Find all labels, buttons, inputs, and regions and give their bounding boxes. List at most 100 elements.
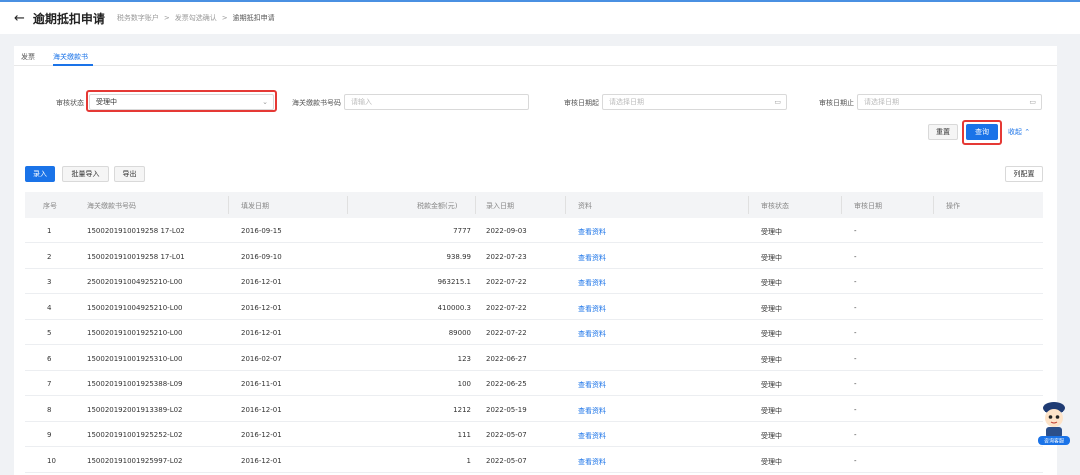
- cell-no: 6: [47, 354, 52, 363]
- cell-status: 受理中: [761, 432, 782, 440]
- cell-doc-link[interactable]: 查看资料: [578, 304, 606, 314]
- export-button[interactable]: 导出: [114, 166, 145, 182]
- cell-fill-date: 2016-09-10: [241, 252, 282, 261]
- column-divider: [228, 196, 229, 214]
- col-header-doc: 资料: [578, 202, 592, 210]
- cell-entry-date: 2022-06-25: [486, 380, 527, 388]
- table-row: 3 250020191004925210-L00 2016-12-01 963215.…: [25, 269, 1043, 294]
- tab-customs-payment[interactable]: 海关缴款书: [53, 52, 88, 62]
- breadcrumb-item[interactable]: 发票勾选确认: [175, 13, 217, 23]
- cell-no: 4: [47, 303, 52, 312]
- cell-no: 1: [47, 227, 52, 235]
- cell-no: 3: [47, 278, 52, 286]
- cell-audit-date: -: [854, 278, 857, 286]
- cell-fill-date: 2016-11-01: [241, 380, 282, 388]
- reset-button[interactable]: 重置: [928, 124, 958, 140]
- cell-amount: 100: [457, 380, 471, 388]
- cell-fill-date: 2016-02-07: [241, 354, 282, 363]
- mascot-label: 咨询客服: [1044, 438, 1064, 445]
- cell-status: 受理中: [761, 228, 782, 236]
- breadcrumb-separator: >: [163, 14, 170, 22]
- cell-audit-date: -: [854, 431, 857, 439]
- cell-status: 受理中: [761, 330, 782, 338]
- cell-amount: 1212: [453, 405, 471, 414]
- highlight-box-query: [962, 120, 1002, 145]
- cell-code: 150020191004925210-L00: [87, 303, 183, 312]
- cell-status: 受理中: [761, 253, 782, 262]
- cell-doc-link[interactable]: 查看资料: [578, 457, 606, 467]
- collapse-toggle[interactable]: 收起 ⌃: [1008, 127, 1030, 137]
- tab-invoice[interactable]: 发票: [21, 52, 35, 62]
- collapse-label: 收起: [1008, 128, 1022, 136]
- tab-bar: 发票 海关缴款书: [14, 46, 1057, 66]
- cell-entry-date: 2022-07-22: [486, 303, 527, 312]
- col-header-amount: 税款金额(元): [417, 202, 458, 210]
- cell-doc-link[interactable]: 查看资料: [578, 380, 606, 390]
- table-row: 9 150020191001925252-L02 2016-12-01 111 2022…: [25, 422, 1043, 447]
- cell-doc-link[interactable]: 查看资料: [578, 431, 606, 441]
- arrow-left-icon[interactable]: ←: [14, 12, 25, 25]
- audit-end-date-picker[interactable]: 请选择日期 ▭: [857, 94, 1042, 110]
- customs-no-input[interactable]: 请输入: [344, 94, 529, 110]
- cell-code: 150020191001925997-L02: [87, 456, 183, 465]
- highlight-box-status: [86, 90, 277, 112]
- cell-entry-date: 2022-07-22: [486, 329, 527, 337]
- status-label: 审核状态: [56, 99, 84, 107]
- chevron-up-icon: ⌃: [1024, 128, 1031, 136]
- cell-status: 受理中: [761, 355, 782, 364]
- cell-audit-date: -: [854, 227, 857, 235]
- cell-code: 250020191004925210-L00: [87, 278, 183, 286]
- col-header-audit-date: 审核日期: [854, 202, 882, 210]
- table-row: 7 150020191001925388-L09 2016-11-01 100 2022…: [25, 371, 1043, 396]
- cell-doc-link[interactable]: 查看资料: [578, 253, 606, 263]
- cell-no: 8: [47, 405, 52, 414]
- cell-audit-date: -: [854, 252, 857, 261]
- col-header-operation: 操作: [946, 202, 960, 210]
- customer-service-mascot-icon[interactable]: 咨询客服: [1036, 398, 1072, 448]
- audit-start-date-picker[interactable]: 请选择日期 ▭: [602, 94, 787, 110]
- cell-doc-link[interactable]: 查看资料: [578, 278, 606, 288]
- cell-fill-date: 2016-09-15: [241, 227, 282, 235]
- column-settings-button[interactable]: 列配置: [1005, 166, 1043, 182]
- cell-entry-date: 2022-05-19: [486, 405, 527, 414]
- cell-doc-link[interactable]: 查看资料: [578, 329, 606, 339]
- cell-code: 150020191001925388-L09: [87, 380, 183, 388]
- column-divider: [565, 196, 566, 214]
- calendar-icon: ▭: [1029, 98, 1036, 106]
- col-header-entry-date: 录入日期: [486, 202, 514, 210]
- calendar-icon: ▭: [774, 98, 781, 106]
- table-header: 序号 海关缴款书号码 填发日期 税款金额(元) 录入日期 资料 审核状态 审核日…: [25, 192, 1043, 218]
- cell-fill-date: 2016-12-01: [241, 431, 282, 439]
- page-title: 逾期抵扣申请: [32, 11, 105, 26]
- column-divider: [841, 196, 842, 214]
- cell-code: 1500201910019258 17-L02: [87, 227, 185, 235]
- breadcrumb-item[interactable]: 税务数字账户: [117, 13, 159, 23]
- cell-fill-date: 2016-12-01: [241, 456, 282, 465]
- page-header: ← 逾期抵扣申请 税务数字账户 > 发票勾选确认 > 逾期抵扣申请: [0, 2, 1080, 34]
- entry-button[interactable]: 录入: [25, 166, 55, 182]
- audit-start-label: 审核日期起: [564, 99, 599, 107]
- col-header-status: 审核状态: [761, 202, 789, 210]
- cell-amount: 410000.3: [437, 303, 471, 312]
- cell-status: 受理中: [761, 304, 782, 313]
- col-header-code: 海关缴款书号码: [87, 202, 136, 210]
- cell-audit-date: -: [854, 380, 857, 388]
- audit-end-label: 审核日期止: [819, 99, 854, 107]
- table-row: 10 150020191001925997-L02 2016-12-01 1 2022-…: [25, 448, 1043, 473]
- cell-code: 150020191001925252-L02: [87, 431, 183, 439]
- cell-doc-link[interactable]: 查看资料: [578, 227, 606, 237]
- cell-status: 受理中: [761, 381, 782, 389]
- table-row: 8 150020192001913389-L02 2016-12-01 1212 202…: [25, 397, 1043, 422]
- cell-audit-date: -: [854, 329, 857, 337]
- cell-no: 7: [47, 380, 52, 388]
- cell-code: 150020191001925310-L00: [87, 354, 183, 363]
- cell-fill-date: 2016-12-01: [241, 303, 282, 312]
- cell-doc-link[interactable]: 查看资料: [578, 406, 606, 416]
- batch-import-button[interactable]: 批量导入: [62, 166, 109, 182]
- cell-fill-date: 2016-12-01: [241, 278, 282, 286]
- cell-entry-date: 2022-05-07: [486, 456, 527, 465]
- column-divider: [748, 196, 749, 214]
- breadcrumb-current: 逾期抵扣申请: [232, 14, 275, 22]
- cell-amount: 963215.1: [437, 278, 471, 286]
- cell-status: 受理中: [761, 457, 782, 466]
